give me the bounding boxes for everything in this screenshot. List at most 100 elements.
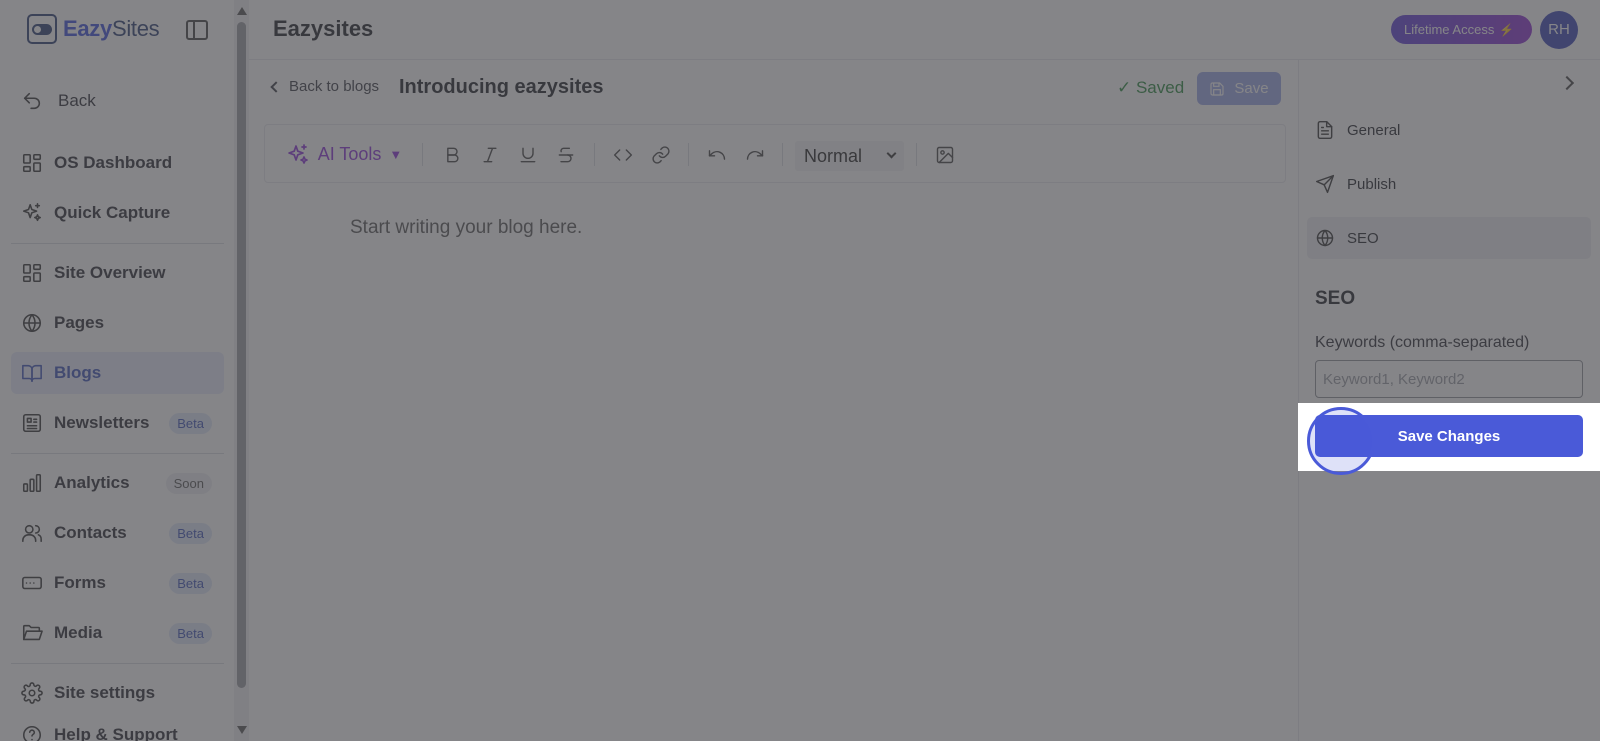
sidebar-item-help-support[interactable]: Help & Support [11,714,224,741]
beta-badge: Beta [169,573,212,594]
image-icon [936,146,954,163]
scrollbar-thumb[interactable] [237,22,246,688]
sidebar-item-label: Forms [54,573,106,592]
sidebar-item-label: Quick Capture [54,203,171,222]
soon-badge: Soon [165,473,212,494]
panel-tab-general[interactable]: General [1307,109,1591,151]
floppy-disk-icon [1210,81,1224,96]
document-icon [1317,120,1333,140]
brand-name: EazySites [63,16,160,41]
back-button[interactable]: Back [11,80,224,122]
beta-badge: Beta [169,413,212,434]
undo-button[interactable] [702,125,732,184]
ai-tools-label: AI Tools [317,144,382,164]
redo-icon [746,149,764,160]
sidebar-item-label: Help & Support [54,725,178,741]
sidebar-item-label: Pages [54,313,105,332]
sparkles-icon [287,143,308,164]
saved-status: ✓ Saved [1117,78,1185,97]
eazysites-logo-icon [27,14,57,44]
panel-tab-seo[interactable]: SEO [1307,217,1591,259]
page-title: Eazysites [273,16,374,41]
chevron-down-icon [886,148,897,159]
sidebar-item-label: Media [54,623,103,642]
italic-icon [483,147,497,162]
strikethrough-icon [558,147,574,162]
scroll-up-arrow-icon[interactable] [237,7,247,15]
bold-icon [447,147,459,162]
text-style-select[interactable]: Normal [795,141,904,171]
panel-tab-publish[interactable]: Publish [1307,163,1591,205]
italic-button[interactable] [475,125,505,184]
back-to-blogs-label: Back to blogs [289,78,380,95]
save-button[interactable]: Save [1197,72,1281,105]
sidebar-item-label: Newsletters [54,413,150,432]
text-style-value: Normal [804,146,863,166]
back-to-blogs-link[interactable]: Back to blogs [268,78,379,95]
sidebar-item-quick-capture[interactable]: Quick Capture [11,192,224,234]
code-button[interactable] [608,125,638,184]
newspaper-icon [20,411,44,435]
toolbar-divider [422,143,423,166]
sidebar-item-site-overview[interactable]: Site Overview [11,252,224,294]
sidebar-item-label: Analytics [54,473,130,492]
sidebar-item-pages[interactable]: Pages [11,302,224,344]
sidebar-item-label: Site settings [54,683,156,702]
save-changes-button[interactable]: Save Changes [1315,415,1583,457]
brand-logo-link[interactable]: EazySites [27,14,160,44]
form-icon [20,571,44,595]
strikethrough-button[interactable] [551,125,581,184]
sidebar-scrollbar[interactable] [234,0,249,741]
code-icon [613,148,633,161]
editor-placeholder[interactable]: Start writing your blog here. [350,217,582,239]
globe-icon [20,311,44,335]
sidebar-divider [11,453,224,454]
sidebar-item-os-dashboard[interactable]: OS Dashboard [11,142,224,184]
panel-tab-label: General [1347,121,1401,139]
sidebar-item-label: OS Dashboard [54,153,173,172]
keywords-input[interactable] [1315,360,1583,398]
sidebar-item-newsletters[interactable]: Newsletters Beta [11,402,224,444]
sidebar-toggle-icon[interactable] [186,20,208,40]
undo-icon [708,149,726,160]
avatar[interactable]: RH [1540,11,1578,49]
sidebar-item-media[interactable]: Media Beta [11,612,224,654]
dashboard-icon [20,151,44,175]
chevron-left-icon [270,80,282,93]
toolbar-divider [688,143,689,166]
globe-icon [1316,229,1334,247]
panel-tab-label: SEO [1347,229,1379,247]
bold-button[interactable] [437,125,467,184]
insert-image-button[interactable] [930,125,960,184]
lifetime-access-button[interactable]: Lifetime Access ⚡ [1391,15,1532,44]
sidebar-item-blogs[interactable]: Blogs [11,352,224,394]
sidebar: EazySites Back OS Dashboard Quick Captur… [0,0,234,741]
gear-icon [20,681,44,705]
link-icon [652,145,670,164]
sidebar-item-contacts[interactable]: Contacts Beta [11,512,224,554]
lightning-icon: ⚡ [1499,23,1515,37]
back-label: Back [58,91,96,110]
underline-button[interactable] [513,125,543,184]
sidebar-divider [11,243,224,244]
redo-button[interactable] [740,125,770,184]
users-icon [20,521,44,545]
sidebar-item-analytics[interactable]: Analytics Soon [11,462,224,504]
sidebar-item-forms[interactable]: Forms Beta [11,562,224,604]
keywords-label: Keywords (comma-separated) [1315,334,1530,351]
dashboard-icon [20,261,44,285]
beta-badge: Beta [169,523,212,544]
sparkles-icon [20,201,44,225]
toolbar-divider [916,143,917,166]
seo-heading: SEO [1315,288,1356,309]
scroll-down-arrow-icon[interactable] [237,726,247,734]
link-button[interactable] [646,125,676,184]
beta-badge: Beta [169,623,212,644]
toolbar-divider [594,143,595,166]
caret-down-icon: ▼ [389,147,403,162]
ai-tools-button[interactable]: AI Tools ▼ [285,125,403,184]
sidebar-item-site-settings[interactable]: Site settings [11,672,224,714]
save-label: Save [1234,80,1269,97]
post-title: Introducing eazysites [399,76,604,98]
bar-chart-icon [20,471,44,495]
